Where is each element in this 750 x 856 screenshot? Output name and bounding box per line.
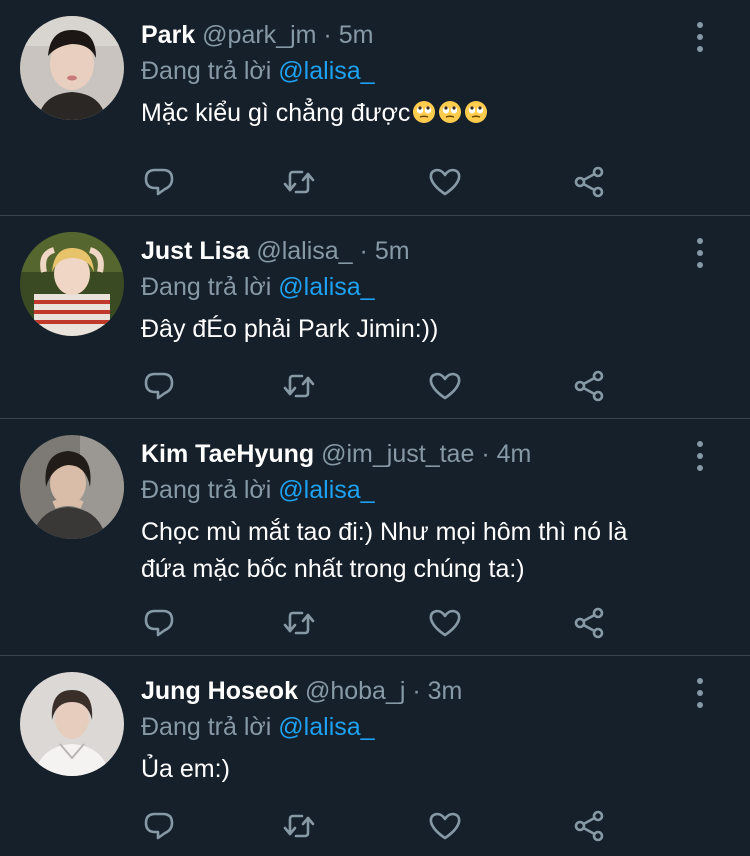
tweet-header: Kim TaeHyung @im_just_tae · 4m	[141, 439, 730, 469]
replying-to: Đang trả lời @lalisa_	[141, 56, 730, 86]
comment-icon[interactable]	[141, 164, 177, 200]
share-icon[interactable]	[571, 808, 607, 844]
timestamp[interactable]: 5m	[339, 21, 374, 49]
comment-icon[interactable]	[141, 368, 177, 404]
display-name[interactable]: Jung Hoseok	[141, 677, 298, 705]
tweet-text: Mặc kiểu gì chẳng được	[141, 95, 730, 132]
heart-icon[interactable]	[427, 808, 463, 844]
avatar[interactable]	[20, 16, 124, 120]
user-handle[interactable]: @hoba_j	[305, 677, 405, 705]
tweet-header: Park @park_jm · 5m	[141, 20, 730, 50]
rolling-eyes-emoji	[439, 101, 462, 123]
reply-feed: Park @park_jm · 5m Đang trả lời @lalisa_…	[0, 0, 750, 856]
user-handle[interactable]: @park_jm	[202, 21, 316, 49]
tweet-text: Chọc mù mắt tao đi:) Như mọi hôm thì nó …	[141, 514, 730, 588]
separator-dot: ·	[481, 440, 490, 468]
retweet-icon[interactable]	[281, 605, 317, 641]
heart-icon[interactable]	[427, 605, 463, 641]
share-icon[interactable]	[571, 368, 607, 404]
comment-icon[interactable]	[141, 808, 177, 844]
replying-label: Đang trả lời	[141, 713, 272, 741]
display-name[interactable]: Park	[141, 21, 195, 49]
display-name[interactable]: Just Lisa	[141, 237, 249, 265]
separator-dot: ·	[412, 677, 421, 705]
tweet-actions	[141, 368, 621, 404]
heart-icon[interactable]	[427, 164, 463, 200]
tweet[interactable]: Park @park_jm · 5m Đang trả lời @lalisa_…	[0, 0, 750, 216]
retweet-icon[interactable]	[281, 368, 317, 404]
mention-link[interactable]: @lalisa_	[278, 713, 374, 741]
tweet-text-line: đứa mặc bốc nhất trong chúng ta:)	[141, 555, 525, 583]
heart-icon[interactable]	[427, 368, 463, 404]
avatar[interactable]	[20, 435, 124, 539]
avatar[interactable]	[20, 232, 124, 336]
retweet-icon[interactable]	[281, 164, 317, 200]
separator-dot: ·	[323, 21, 332, 49]
tweet-text: Đây đÉo phải Park Jimin:))	[141, 315, 439, 343]
share-icon[interactable]	[571, 164, 607, 200]
timestamp[interactable]: 4m	[497, 440, 532, 468]
more-vertical-icon[interactable]	[690, 22, 710, 52]
retweet-icon[interactable]	[281, 808, 317, 844]
share-icon[interactable]	[571, 605, 607, 641]
tweet[interactable]: Just Lisa @lalisa_ · 5m Đang trả lời @la…	[0, 216, 750, 419]
rolling-eyes-emoji	[465, 101, 488, 123]
timestamp[interactable]: 5m	[375, 237, 410, 265]
user-handle[interactable]: @im_just_tae	[321, 440, 474, 468]
timestamp[interactable]: 3m	[428, 677, 463, 705]
replying-to: Đang trả lời @lalisa_	[141, 272, 730, 302]
tweet-actions	[141, 808, 621, 844]
display-name[interactable]: Kim TaeHyung	[141, 440, 314, 468]
mention-link[interactable]: @lalisa_	[278, 476, 374, 504]
tweet[interactable]: Jung Hoseok @hoba_j · 3m Đang trả lời @l…	[0, 656, 750, 856]
tweet-actions	[141, 164, 621, 200]
separator-dot: ·	[359, 237, 368, 265]
tweet[interactable]: Kim TaeHyung @im_just_tae · 4m Đang trả …	[0, 419, 750, 656]
rolling-eyes-emoji	[413, 101, 436, 123]
tweet-text: Ủa em:)	[141, 755, 230, 783]
tweet-text-content: Mặc kiểu gì chẳng được	[141, 99, 411, 127]
mention-link[interactable]: @lalisa_	[278, 57, 374, 85]
user-handle[interactable]: @lalisa_	[256, 237, 352, 265]
tweet-text-line: Chọc mù mắt tao đi:) Như mọi hôm thì nó …	[141, 518, 628, 546]
more-vertical-icon[interactable]	[690, 678, 710, 708]
avatar[interactable]	[20, 672, 124, 776]
replying-label: Đang trả lời	[141, 476, 272, 504]
mention-link[interactable]: @lalisa_	[278, 273, 374, 301]
replying-label: Đang trả lời	[141, 57, 272, 85]
replying-label: Đang trả lời	[141, 273, 272, 301]
tweet-actions	[141, 605, 621, 641]
more-vertical-icon[interactable]	[690, 238, 710, 268]
tweet-header: Jung Hoseok @hoba_j · 3m	[141, 676, 730, 706]
more-vertical-icon[interactable]	[690, 441, 710, 471]
tweet-header: Just Lisa @lalisa_ · 5m	[141, 236, 730, 266]
replying-to: Đang trả lời @lalisa_	[141, 712, 730, 742]
replying-to: Đang trả lời @lalisa_	[141, 475, 730, 505]
comment-icon[interactable]	[141, 605, 177, 641]
